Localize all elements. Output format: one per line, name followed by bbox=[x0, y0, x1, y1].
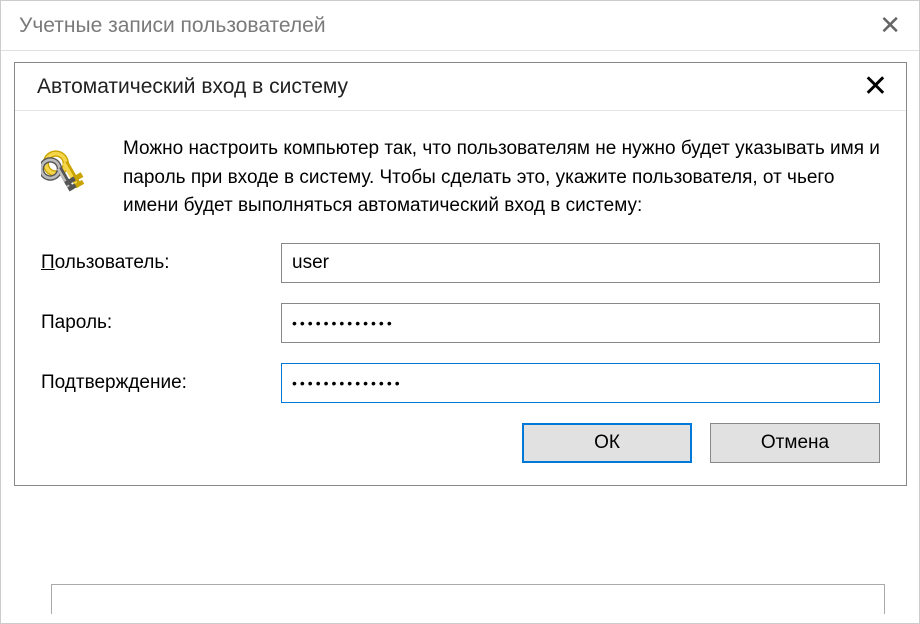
dialog-title: Автоматический вход в систему bbox=[37, 75, 348, 99]
parent-titlebar: Учетные записи пользователей ✕ bbox=[1, 1, 919, 51]
password-input[interactable] bbox=[281, 303, 880, 343]
dialog-body: Можно настроить компьютер так, что польз… bbox=[15, 111, 906, 485]
user-row: Пользователь: bbox=[41, 243, 880, 283]
ok-button-label: ОК bbox=[594, 432, 620, 454]
parent-window: Учетные записи пользователей ✕ Автоматич… bbox=[0, 0, 920, 624]
cancel-button[interactable]: Отмена bbox=[710, 423, 880, 463]
background-panel-fragment bbox=[51, 584, 885, 614]
ok-button[interactable]: ОК bbox=[522, 423, 692, 463]
confirm-label: Подтверждение: bbox=[41, 372, 281, 394]
dialog-close-icon[interactable]: ✕ bbox=[863, 72, 888, 102]
user-input[interactable] bbox=[281, 243, 880, 283]
close-icon[interactable]: ✕ bbox=[879, 10, 901, 41]
keys-icon bbox=[41, 141, 99, 199]
password-row: Пароль: bbox=[41, 303, 880, 343]
cancel-button-label: Отмена bbox=[761, 432, 829, 454]
dialog-titlebar: Автоматический вход в систему ✕ bbox=[15, 63, 906, 111]
user-label: Пользователь: bbox=[41, 252, 281, 274]
confirm-row: Подтверждение: bbox=[41, 363, 880, 403]
parent-window-title: Учетные записи пользователей bbox=[19, 14, 326, 38]
dialog-description: Можно настроить компьютер так, что польз… bbox=[123, 135, 880, 221]
button-row: ОК Отмена bbox=[41, 423, 880, 463]
confirm-input[interactable] bbox=[281, 363, 880, 403]
password-label: Пароль: bbox=[41, 312, 281, 334]
info-row: Можно настроить компьютер так, что польз… bbox=[41, 135, 880, 221]
auto-login-dialog: Автоматический вход в систему ✕ bbox=[14, 62, 907, 486]
